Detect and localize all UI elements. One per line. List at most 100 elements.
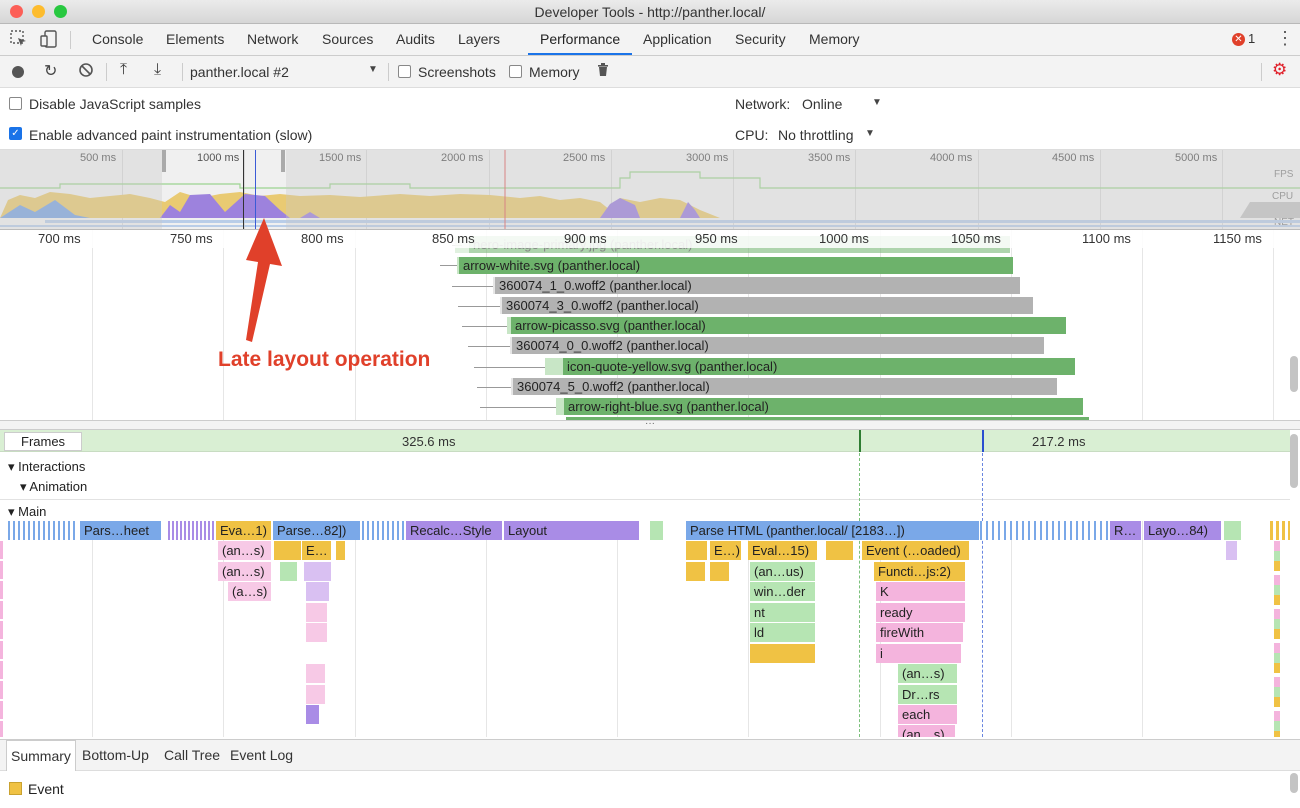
network-request[interactable]: arrow-picasso.svg (panther.local) — [507, 317, 1066, 334]
flame-task[interactable]: Eval…15) — [748, 541, 818, 560]
network-request[interactable]: arrow-right-blue.svg (panther.local) — [556, 398, 1083, 415]
tab-elements[interactable]: Elements — [166, 24, 224, 55]
flame-task[interactable]: (an…s) — [898, 725, 956, 737]
error-icon[interactable]: ✕ — [1232, 33, 1245, 46]
screenshots-checkbox[interactable] — [398, 65, 411, 78]
network-request[interactable]: icon-quote-yellow.svg (panther.local) — [545, 358, 1075, 375]
tab-console[interactable]: Console — [92, 24, 143, 55]
flame-task[interactable]: Parse HTML (panther.local/ [2183…]) — [686, 521, 980, 540]
ruler-tick: 700 ms — [38, 231, 81, 246]
capture-settings-gear-icon[interactable]: ⚙ — [1272, 60, 1287, 80]
flame-task[interactable]: E… — [302, 541, 332, 560]
tab-event-log[interactable]: Event Log — [230, 740, 293, 771]
network-request[interactable]: 360074_3_0.woff2 (panther.local) — [500, 297, 1033, 314]
network-request[interactable]: 360074_1_0.woff2 (panther.local) — [493, 277, 1020, 294]
flame-task[interactable]: Layout — [504, 521, 640, 540]
advanced-paint-checkbox[interactable]: ✓ — [9, 127, 22, 140]
network-request[interactable]: 360074_5_0.woff2 (panther.local) — [511, 378, 1057, 395]
tab-network[interactable]: Network — [247, 24, 298, 55]
flame-task[interactable]: ready — [876, 603, 966, 622]
frame-duration[interactable]: 217.2 ms — [1032, 434, 1085, 449]
close-window-button[interactable] — [10, 5, 23, 18]
chevron-down-icon[interactable]: ▼ — [368, 64, 378, 75]
error-count[interactable]: 1 — [1248, 31, 1255, 46]
tab-bottom-up[interactable]: Bottom-Up — [82, 740, 149, 771]
flame-task[interactable]: (an…s) — [218, 541, 272, 560]
clear-icon[interactable] — [78, 62, 94, 82]
memory-checkbox[interactable] — [509, 65, 522, 78]
flame-task[interactable]: ld — [750, 623, 816, 642]
toolbar-divider — [388, 63, 389, 81]
chevron-down-icon[interactable]: ▼ — [865, 128, 875, 139]
tab-audits[interactable]: Audits — [396, 24, 435, 55]
inspect-element-icon[interactable] — [10, 30, 28, 52]
flame-task[interactable]: i — [876, 644, 962, 663]
animation-track-header[interactable]: ▾ Animation — [20, 479, 87, 495]
chevron-down-icon[interactable]: ▼ — [872, 97, 882, 108]
flame-task[interactable]: Dr…rs — [898, 685, 958, 704]
tab-layers[interactable]: Layers — [458, 24, 500, 55]
ruler-tick: 750 ms — [170, 231, 213, 246]
upload-icon[interactable]: ⤒ — [120, 61, 127, 79]
flame-task[interactable]: R… — [1110, 521, 1142, 540]
flame-task[interactable]: (an…us) — [750, 562, 816, 581]
flame-task[interactable]: (an…s) — [218, 562, 272, 581]
cpu-throttle-label: CPU: — [735, 127, 769, 143]
flame-task[interactable]: Layo…84) — [1144, 521, 1222, 540]
flame-task[interactable]: (a…s) — [228, 582, 272, 601]
zoom-window-button[interactable] — [54, 5, 67, 18]
disable-js-samples-checkbox[interactable] — [9, 97, 22, 110]
selection-handle-right[interactable] — [281, 150, 285, 172]
summary-scrollbar[interactable] — [1290, 773, 1298, 793]
trash-icon[interactable] — [597, 62, 609, 81]
flame-task[interactable]: each — [898, 705, 958, 724]
device-toolbar-icon[interactable] — [40, 30, 58, 52]
timeline-overview[interactable]: 500 ms 1000 ms 1500 ms 2000 ms 2500 ms 3… — [0, 150, 1300, 230]
flame-task[interactable]: Functi…js:2) — [874, 562, 966, 581]
tab-application[interactable]: Application — [643, 24, 712, 55]
flame-task[interactable]: E…) — [710, 541, 742, 560]
screenshots-label: Screenshots — [418, 64, 496, 80]
network-request[interactable]: 360074_0_0.woff2 (panther.local) — [510, 337, 1044, 354]
selection-handle-left[interactable] — [162, 150, 166, 172]
flame-task[interactable]: win…der — [750, 582, 816, 601]
frames-track[interactable]: Frames 325.6 ms 217.2 ms — [0, 430, 1290, 452]
network-request[interactable]: arrow-white.svg (panther.local) — [457, 257, 1013, 274]
reload-icon[interactable]: ↻ — [44, 61, 57, 81]
download-icon[interactable]: ⤓ — [154, 61, 161, 79]
flame-task[interactable]: (an…s) — [898, 664, 958, 683]
flame-task[interactable]: fireWith — [876, 623, 964, 642]
main-track-header[interactable]: ▾ Main — [8, 504, 46, 520]
record-icon[interactable] — [12, 66, 24, 78]
tab-call-tree[interactable]: Call Tree — [164, 740, 220, 771]
tab-security[interactable]: Security — [735, 24, 786, 55]
cpu-throttle-select[interactable]: No throttling — [778, 127, 853, 143]
network-scrollbar[interactable] — [1290, 356, 1298, 392]
ruler-tick: 850 ms — [432, 231, 475, 246]
network-throttle-select[interactable]: Online — [802, 96, 842, 112]
flame-task[interactable]: Parse…82]) — [273, 521, 361, 540]
tab-performance[interactable]: Performance — [528, 24, 633, 55]
panel-splitter[interactable]: ··· — [0, 419, 1300, 430]
flame-task[interactable]: Eva…1) — [216, 521, 272, 540]
flame-task[interactable]: Event (…oaded) — [862, 541, 970, 560]
frame-duration[interactable]: 325.6 ms — [402, 434, 455, 449]
tab-memory[interactable]: Memory — [809, 24, 860, 55]
flame-task[interactable]: K — [876, 582, 966, 601]
window-title: Developer Tools - http://panther.local/ — [534, 4, 766, 20]
tab-summary[interactable]: Summary — [6, 740, 76, 771]
profile-select[interactable]: panther.local #2 — [190, 64, 289, 80]
flame-task[interactable]: Pars…heet — [80, 521, 162, 540]
frames-label: Frames — [4, 432, 83, 451]
flame-task[interactable]: nt — [750, 603, 816, 622]
capture-settings-panel: Disable JavaScript samples ✓ Enable adva… — [0, 88, 1300, 150]
minimize-window-button[interactable] — [32, 5, 45, 18]
title-bar: Developer Tools - http://panther.local/ — [0, 0, 1300, 24]
interactions-track-header[interactable]: ▾ Interactions — [8, 459, 85, 475]
main-thread-flame-chart[interactable]: Pars…heet Eva…1) Parse…82]) Recalc…Style… — [0, 521, 1290, 737]
tab-sources[interactable]: Sources — [322, 24, 373, 55]
more-options-icon[interactable]: ⋮ — [1276, 28, 1294, 49]
flame-chart-scrollbar[interactable] — [1290, 434, 1298, 488]
summary-event-label: Event — [28, 781, 64, 797]
flame-task[interactable]: Recalc…Style — [406, 521, 503, 540]
